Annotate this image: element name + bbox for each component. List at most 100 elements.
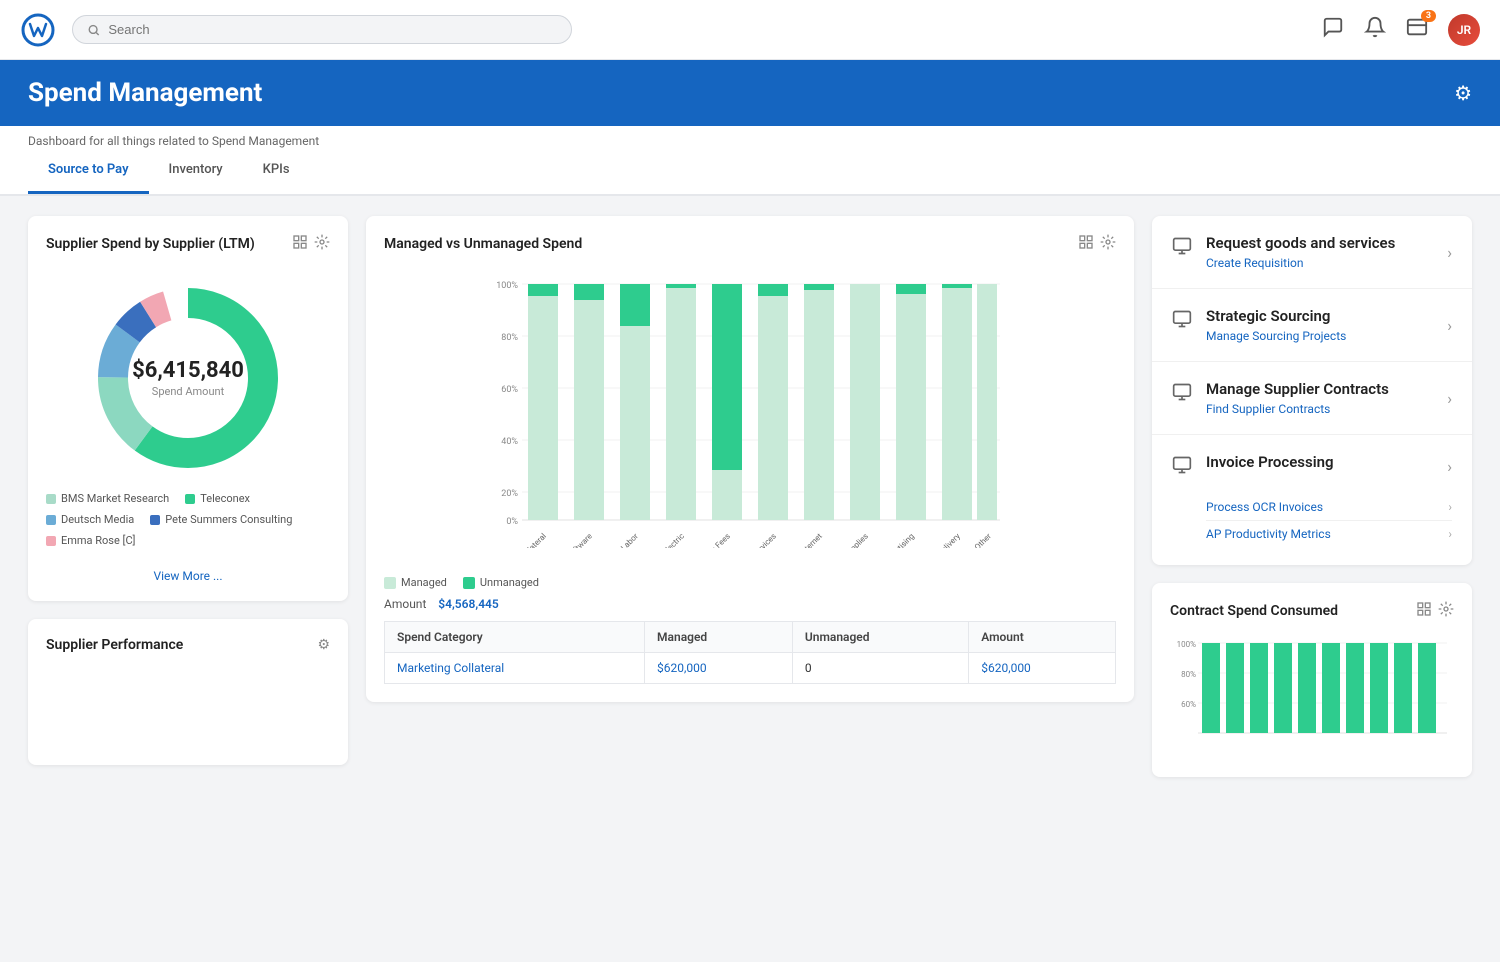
svg-text:Marketing Collateral: Marketing Collateral: [491, 532, 548, 548]
supplier-performance-card: Supplier Performance ⚙: [28, 619, 348, 765]
contract-settings-icon[interactable]: [1438, 601, 1454, 621]
row-managed: $620,000: [645, 653, 793, 684]
qa-invoice-processing[interactable]: Invoice Processing › Process OCR Invoice…: [1152, 435, 1472, 565]
qa-title-request: Request goods and services: [1206, 234, 1433, 252]
table-row: Marketing Collateral $620,000 0 $620,000: [385, 653, 1116, 684]
contract-chart-icon[interactable]: [1416, 601, 1432, 621]
bell-icon[interactable]: [1364, 16, 1386, 43]
svg-text:Janitorial Services: Janitorial Services: [725, 532, 778, 548]
settings-icon-card[interactable]: [314, 234, 330, 254]
legend-label-managed: Managed: [401, 576, 447, 589]
logo: [20, 12, 56, 48]
top-navigation: 3 JR: [0, 0, 1500, 60]
legend-label-pete: Pete Summers Consulting: [165, 513, 292, 526]
qa-subtitle-sourcing[interactable]: Manage Sourcing Projects: [1206, 329, 1433, 343]
legend-deutsch: Deutsch Media: [46, 513, 134, 526]
chart-icon[interactable]: [292, 234, 308, 254]
col-category: Spend Category: [385, 622, 645, 653]
left-column: Supplier Spend by Supplier (LTM): [28, 216, 348, 777]
inbox-icon[interactable]: 3: [1406, 16, 1428, 43]
legend-dot-bms: [46, 494, 56, 504]
legend-label-emma: Emma Rose [C]: [61, 534, 135, 547]
donut-wrapper: $6,415,840 Spend Amount: [88, 278, 288, 478]
donut-legend: BMS Market Research Teleconex Deutsch Me…: [46, 492, 330, 547]
svg-text:Prepaid Software: Prepaid Software: [544, 532, 594, 548]
legend-dot-emma: [46, 536, 56, 546]
qa-arrow-request: ›: [1447, 243, 1452, 262]
contract-spend-card: Contract Spend Consumed 100% 80% 60%: [1152, 583, 1472, 777]
qa-strategic-sourcing[interactable]: Strategic Sourcing Manage Sourcing Proje…: [1152, 289, 1472, 362]
svg-text:Office Supplies: Office Supplies: [826, 532, 870, 548]
qa-subtitle-contracts[interactable]: Find Supplier Contracts: [1206, 402, 1433, 416]
legend-emma: Emma Rose [C]: [46, 534, 135, 547]
amount-value: $4,568,445: [438, 597, 498, 611]
settings-icon[interactable]: ⚙: [1454, 81, 1472, 105]
col-unmanaged: Unmanaged: [792, 622, 968, 653]
qa-request-goods[interactable]: Request goods and services Create Requis…: [1152, 216, 1472, 289]
svg-text:100%: 100%: [1177, 640, 1196, 649]
avatar[interactable]: JR: [1448, 14, 1480, 46]
row-category[interactable]: Marketing Collateral: [385, 653, 645, 684]
legend-dot-managed: [384, 577, 396, 589]
qa-arrow-contracts: ›: [1447, 389, 1452, 408]
svg-text:Advertising: Advertising: [881, 532, 916, 548]
spend-table: Spend Category Managed Unmanaged Amount …: [384, 621, 1116, 684]
donut-label: Spend Amount: [132, 385, 244, 398]
qa-content-invoice: Invoice Processing: [1206, 453, 1433, 475]
donut-amount: $6,415,840: [132, 358, 244, 383]
svg-text:80%: 80%: [501, 333, 518, 343]
contract-spend-title: Contract Spend Consumed: [1170, 603, 1338, 619]
tab-inventory[interactable]: Inventory: [149, 148, 243, 194]
qa-content-contracts: Manage Supplier Contracts Find Supplier …: [1206, 380, 1433, 416]
svg-text:100%: 100%: [496, 281, 518, 291]
supplier-perf-icons: ⚙: [317, 637, 330, 653]
contract-spend-header: Contract Spend Consumed: [1170, 601, 1454, 621]
svg-text:Contract Labor: Contract Labor: [596, 531, 640, 548]
view-more-button[interactable]: View More ...: [46, 569, 330, 583]
managed-spend-icons: [1078, 234, 1116, 254]
donut-center: $6,415,840 Spend Amount: [132, 358, 244, 398]
row-unmanaged: 0: [792, 653, 968, 684]
search-bar[interactable]: [72, 15, 572, 44]
qa-arrow-invoice: ›: [1447, 457, 1452, 476]
tab-bar: Source to Pay Inventory KPIs: [0, 148, 1500, 195]
legend-dot-pete: [150, 515, 160, 525]
legend-label-teleconex: Teleconex: [200, 492, 250, 505]
amount-row: Amount $4,568,445: [384, 597, 1116, 611]
contract-spend-svg: 100% 80% 60%: [1170, 635, 1454, 755]
legend-managed: Managed: [384, 576, 447, 589]
page-description: Dashboard for all things related to Spen…: [0, 126, 1500, 148]
qa-icon-sourcing: [1172, 309, 1192, 334]
card-action-icons: [292, 234, 330, 254]
legend-unmanaged: Unmanaged: [463, 576, 539, 589]
supplier-perf-settings-icon[interactable]: ⚙: [317, 637, 330, 653]
tab-source-to-pay[interactable]: Source to Pay: [28, 148, 149, 194]
donut-chart-container: $6,415,840 Spend Amount BMS Market Resea…: [46, 268, 330, 557]
svg-text:0%: 0%: [506, 517, 518, 527]
row-amount: $620,000: [969, 653, 1116, 684]
svg-text:80%: 80%: [1181, 670, 1196, 679]
legend-label-deutsch: Deutsch Media: [61, 513, 134, 526]
legend-bms: BMS Market Research: [46, 492, 169, 505]
supplier-spend-header: Supplier Spend by Supplier (LTM): [46, 234, 330, 254]
managed-spend-header: Managed vs Unmanaged Spend: [384, 234, 1116, 254]
qa-subtitle-request[interactable]: Create Requisition: [1206, 256, 1433, 270]
svg-text:40%: 40%: [501, 437, 518, 447]
table-header-row: Spend Category Managed Unmanaged Amount: [385, 622, 1116, 653]
qa-supplier-contracts[interactable]: Manage Supplier Contracts Find Supplier …: [1152, 362, 1472, 435]
nav-right: 3 JR: [1322, 14, 1480, 46]
managed-chart-icon[interactable]: [1078, 234, 1094, 254]
managed-spend-title: Managed vs Unmanaged Spend: [384, 236, 582, 252]
svg-text:Other: Other: [973, 531, 993, 548]
supplier-spend-card: Supplier Spend by Supplier (LTM): [28, 216, 348, 601]
legend-dot-teleconex: [185, 494, 195, 504]
qa-ap-arrow: ›: [1448, 527, 1452, 541]
qa-subtitle-ocr[interactable]: Process OCR Invoices: [1206, 500, 1323, 514]
search-input[interactable]: [108, 22, 557, 37]
main-content: Supplier Spend by Supplier (LTM): [0, 196, 1500, 797]
managed-settings-icon[interactable]: [1100, 234, 1116, 254]
tab-kpis[interactable]: KPIs: [243, 148, 310, 194]
qa-icon-invoice: [1172, 455, 1192, 480]
qa-subtitle-ap[interactable]: AP Productivity Metrics: [1206, 527, 1331, 541]
chat-icon[interactable]: [1322, 16, 1344, 43]
